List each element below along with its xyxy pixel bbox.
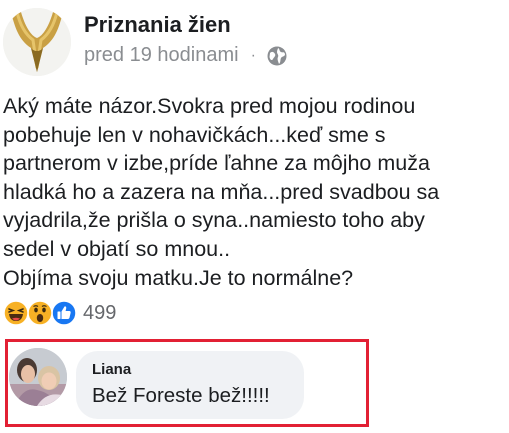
comment-bubble: Liana Bež Foreste bež!!!!! [76, 351, 304, 419]
reactions-summary[interactable]: 499 [3, 299, 116, 327]
comment-author[interactable]: Liana [92, 361, 131, 378]
comment-text: Bež Foreste bež!!!!! [92, 384, 270, 407]
post-text-line: Aký máte názor.Svokra pred mojou rodinou [3, 94, 416, 118]
globe-icon[interactable] [266, 45, 288, 67]
post-text-line: vyjadrila,že prišla o syna..namiesto toh… [3, 208, 425, 233]
like-icon [51, 300, 77, 326]
post-text: Aký máte názor.Svokra pred mojou rodinou… [3, 92, 503, 292]
post-text-line: sedel v objatí so mnou.. [3, 236, 231, 261]
post-text-line: pobehuje len v nohavičkách...keď sme s [3, 122, 386, 147]
commenter-avatar[interactable] [9, 348, 67, 406]
page-logo-icon [3, 8, 71, 76]
page-avatar[interactable] [3, 8, 71, 76]
post-text-line: hladká ho a zazera na mňa...pred svadbou… [3, 179, 440, 204]
commenter-photo [9, 348, 67, 406]
reaction-icons[interactable] [3, 300, 79, 326]
page-name[interactable]: Priznania žien [84, 12, 231, 38]
post-header: Priznania žien pred 19 hodinami · [0, 0, 509, 78]
reaction-count[interactable]: 499 [83, 302, 116, 325]
post-meta: pred 19 hodinami · [84, 44, 288, 67]
post-text-line: partnerom v izbe,príde ľahne za môjho mu… [3, 151, 430, 176]
post-text-line: Objíma svoju matku.Je to normálne? [3, 265, 354, 290]
meta-separator: · [250, 46, 256, 64]
wow-icon [27, 300, 53, 326]
haha-icon [3, 300, 29, 326]
post-timestamp[interactable]: pred 19 hodinami [84, 44, 239, 67]
